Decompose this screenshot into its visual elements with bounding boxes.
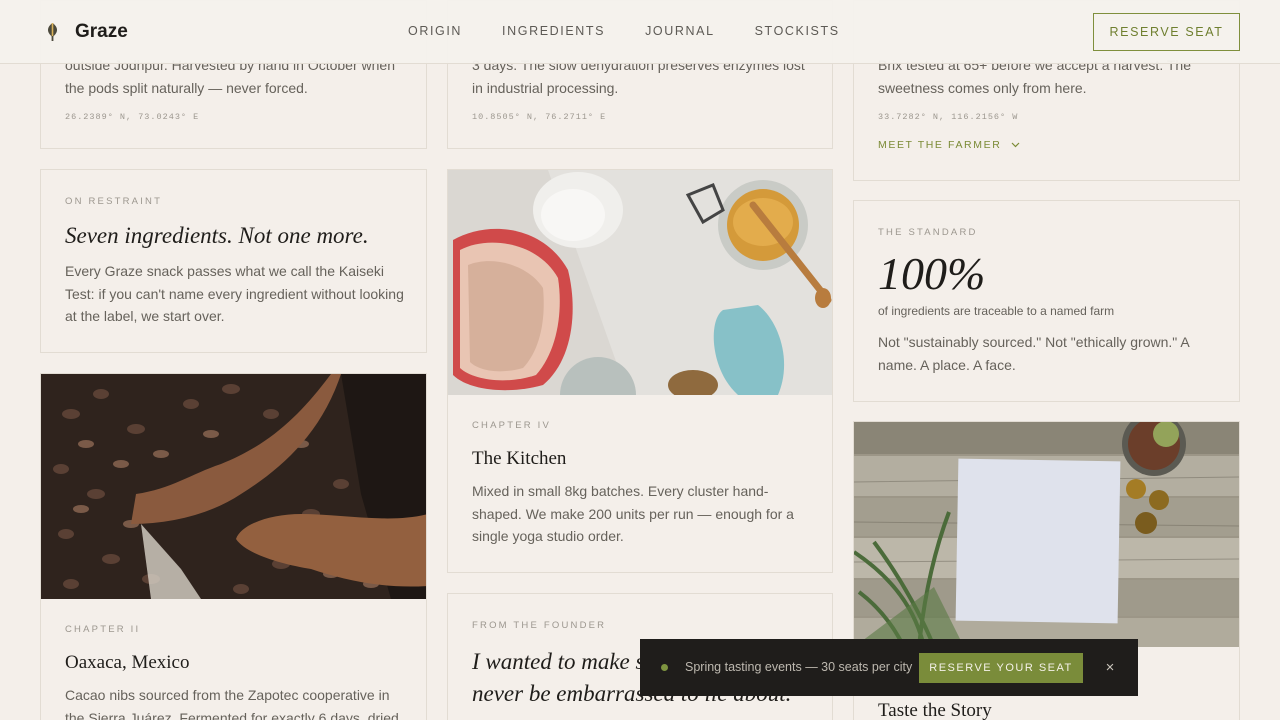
card-coordinates: 26.2389° N, 73.0243° E xyxy=(65,112,200,122)
leaf-logo-icon xyxy=(47,23,58,41)
link-label: MEET THE FARMER xyxy=(878,139,1002,151)
cacao-beans-image xyxy=(41,374,426,599)
close-icon[interactable]: × xyxy=(1102,657,1118,677)
card-title: The Kitchen xyxy=(472,448,567,469)
card-coordinates: 10.8505° N, 76.2711° E xyxy=(472,112,607,122)
card-eyebrow: FROM THE FOUNDER xyxy=(472,620,607,631)
main-nav: ORIGIN INGREDIENTS JOURNAL STOCKISTS xyxy=(408,24,840,38)
brand-logo[interactable]: Graze xyxy=(44,20,128,44)
kitchen-card[interactable]: CHAPTER IV The Kitchen Mixed in small 8k… xyxy=(447,169,833,573)
toast-message: Spring tasting events — 30 seats per cit… xyxy=(685,660,913,674)
nav-stockists[interactable]: STOCKISTS xyxy=(755,24,840,38)
nav-ingredients[interactable]: INGREDIENTS xyxy=(502,24,605,38)
card-eyebrow: CHAPTER IV xyxy=(472,420,552,431)
card-eyebrow: CHAPTER II xyxy=(65,624,141,635)
kitchen-ingredients-image xyxy=(448,170,832,395)
reserve-your-seat-button[interactable]: RESERVE YOUR SEAT xyxy=(919,653,1083,683)
restraint-card: ON RESTRAINT Seven ingredients. Not one … xyxy=(40,169,427,353)
card-body: Cacao nibs sourced from the Zapotec coop… xyxy=(65,687,399,720)
oaxaca-card[interactable]: CHAPTER II Oaxaca, Mexico Cacao nibs sou… xyxy=(40,373,427,720)
standard-card: THE STANDARD 100% of ingredients are tra… xyxy=(853,200,1240,402)
card-eyebrow: THE STANDARD xyxy=(878,227,978,238)
nav-origin[interactable]: ORIGIN xyxy=(408,24,462,38)
reserve-seat-button[interactable]: RESERVE SEAT xyxy=(1093,13,1240,51)
meet-the-farmer-link[interactable]: MEET THE FARMER xyxy=(878,139,1020,151)
card-eyebrow: ON RESTRAINT xyxy=(65,196,163,207)
card-title: Oaxaca, Mexico xyxy=(65,652,190,673)
site-header: Graze ORIGIN INGREDIENTS JOURNAL STOCKIS… xyxy=(0,0,1280,64)
card-title: Seven ingredients. Not one more. xyxy=(65,223,369,248)
card-body: Mixed in small 8kg batches. Every cluste… xyxy=(472,483,794,545)
card-coordinates: 33.7282° N, 116.2156° W xyxy=(878,112,1019,122)
brand-name: Graze xyxy=(75,21,128,42)
card-body: Every Graze snack passes what we call th… xyxy=(65,263,404,325)
card-body: Not "sustainably sourced." Not "ethicall… xyxy=(878,334,1189,373)
card-title: Taste the Story xyxy=(878,700,992,720)
event-toast: Spring tasting events — 30 seats per cit… xyxy=(640,639,1138,696)
rustic-table-image xyxy=(854,422,1239,647)
chevron-down-icon xyxy=(1011,142,1020,148)
live-indicator-dot xyxy=(661,664,668,671)
nav-journal[interactable]: JOURNAL xyxy=(645,24,715,38)
stat-value: 100% xyxy=(878,248,986,299)
stat-caption: of ingredients are traceable to a named … xyxy=(878,304,1115,318)
